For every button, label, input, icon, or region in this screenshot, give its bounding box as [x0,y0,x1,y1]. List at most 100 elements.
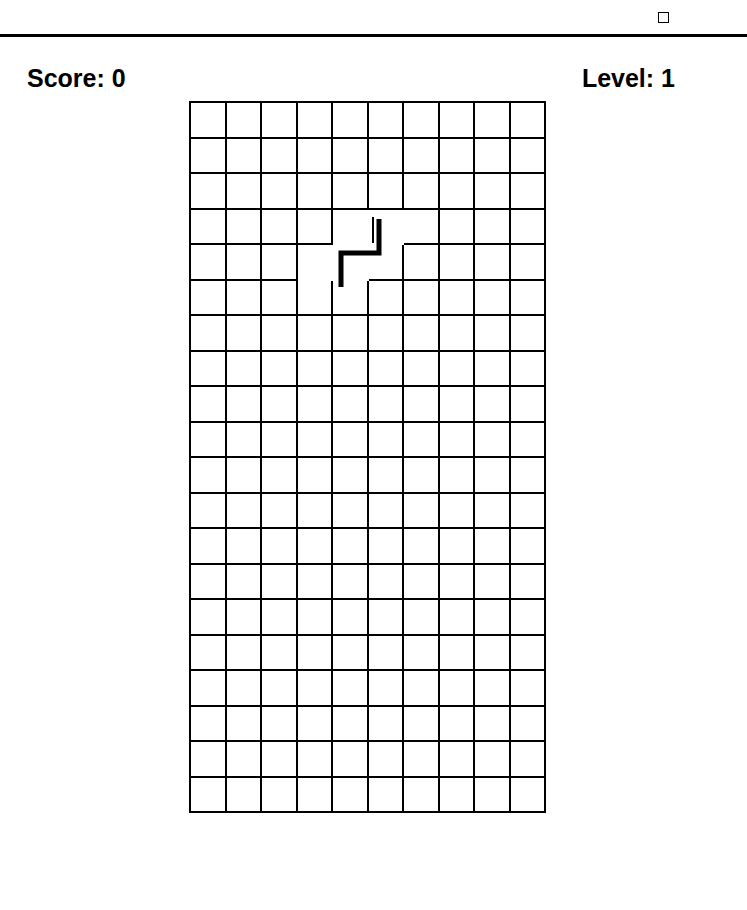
board-cell [440,245,476,281]
board-cell [298,281,334,317]
board-cell [191,707,227,743]
piece-cell [298,245,334,281]
board-cell [511,565,547,601]
board-cell [369,458,405,494]
board-cell [475,529,511,565]
board-cell [262,529,298,565]
board-cell [511,387,547,423]
board-cell [440,387,476,423]
board-cell [227,565,263,601]
board-cell [404,103,440,139]
board-cell [227,671,263,707]
board-cell [262,174,298,210]
board-cell [191,316,227,352]
board-cell [475,281,511,317]
board-cell [333,636,369,672]
game-page: Score: 0Level: 1 [0,0,747,910]
board-cell [298,103,334,139]
board-cell [191,210,227,246]
board-cell [440,281,476,317]
board-cell [227,281,263,317]
board-cell [404,742,440,778]
board-cell [262,707,298,743]
board-cell [511,245,547,281]
board-cell [511,352,547,388]
board-cell [440,671,476,707]
board-cell [191,352,227,388]
board-cell [369,387,405,423]
piece-cell [333,210,369,246]
piece-cell [333,245,369,281]
board-cell [262,600,298,636]
board-cell [191,671,227,707]
board-cell [404,245,440,281]
board-cell [369,565,405,601]
board-cell [191,174,227,210]
board-cell [440,174,476,210]
board-cell [369,494,405,530]
board-cell [511,671,547,707]
board-cell [333,423,369,459]
board-cell [369,245,405,281]
board-cell [511,103,547,139]
board-cell [298,210,334,246]
window-box-icon[interactable] [658,12,669,23]
board-cell [227,778,263,814]
board-cell [227,494,263,530]
board-cell [440,103,476,139]
board-cell [333,778,369,814]
board-cell [369,316,405,352]
level-label: Level: 1 [582,63,675,101]
board-cell [191,139,227,175]
board-cell [511,210,547,246]
board-cell [369,103,405,139]
board-cell [440,636,476,672]
board-cell [333,174,369,210]
board-cell [298,565,334,601]
board-cell [369,778,405,814]
board-cell [191,494,227,530]
board-cell [475,600,511,636]
board-cell [262,281,298,317]
board-cell [191,600,227,636]
board-cell [298,742,334,778]
board-cell [404,316,440,352]
board-cell [511,778,547,814]
board-cell [227,707,263,743]
board-cell [404,139,440,175]
board-cell [191,529,227,565]
board-cell [369,281,405,317]
board-cell [298,139,334,175]
board-cell [440,210,476,246]
board-cell [227,742,263,778]
board-cell [475,458,511,494]
board-cell [440,494,476,530]
board-cell [440,139,476,175]
board-cell [191,742,227,778]
board-cell [298,529,334,565]
board-cell [298,707,334,743]
board-cell [475,494,511,530]
board-cell [333,316,369,352]
board-cell [404,458,440,494]
board-cell [298,671,334,707]
board-cell [333,494,369,530]
board-cell [298,600,334,636]
board-cell [227,529,263,565]
board-cell [227,352,263,388]
board-cell [191,281,227,317]
board-cell [369,742,405,778]
board-cell [227,387,263,423]
board-cell [369,671,405,707]
board-cell [227,210,263,246]
board-cell [440,352,476,388]
board-cell [262,316,298,352]
board-cell [333,458,369,494]
board-cell [511,742,547,778]
board-cell [511,529,547,565]
board-cell [369,636,405,672]
game-board[interactable] [189,101,546,813]
board-cell [369,600,405,636]
board-cell [227,103,263,139]
board-cell [404,778,440,814]
